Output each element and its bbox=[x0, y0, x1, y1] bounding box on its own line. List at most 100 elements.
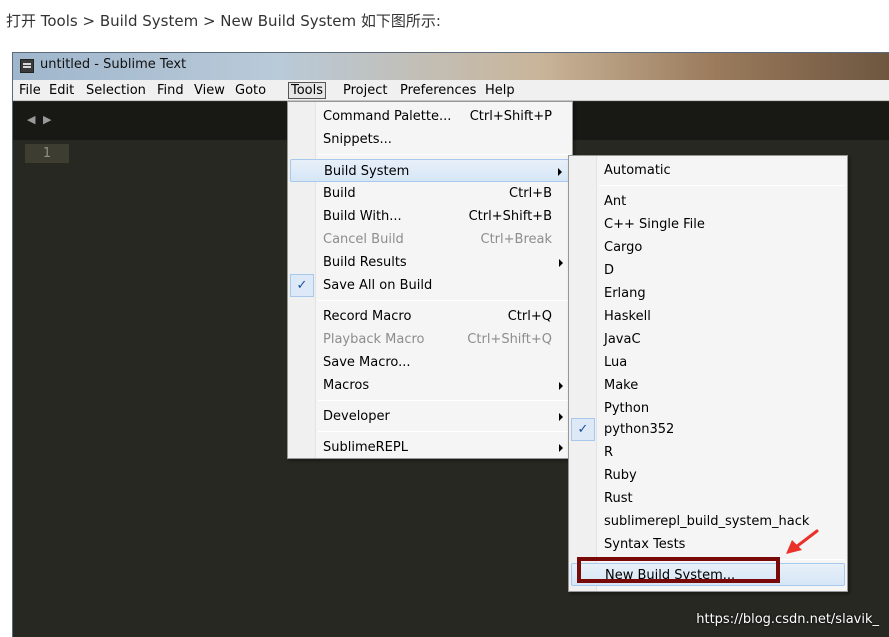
menu-preferences[interactable]: Preferences bbox=[398, 82, 478, 99]
menu-item-shortcut: Ctrl+B bbox=[509, 186, 552, 201]
line-number: 1 bbox=[25, 144, 69, 163]
menu-item-macros[interactable]: Macros bbox=[290, 374, 570, 397]
menu-help[interactable]: Help bbox=[483, 82, 517, 99]
menu-item-label: Snippets... bbox=[323, 132, 392, 147]
build-system-d[interactable]: D bbox=[571, 259, 845, 282]
menu-item-build[interactable]: Build Ctrl+B bbox=[290, 182, 570, 205]
checkmark-icon: ✓ bbox=[290, 274, 314, 297]
menu-item-shortcut: Ctrl+Shift+Q bbox=[467, 332, 552, 347]
window-title: untitled - Sublime Text bbox=[40, 57, 187, 72]
menu-selection[interactable]: Selection bbox=[84, 82, 148, 99]
menu-find[interactable]: Find bbox=[155, 82, 186, 99]
build-system-haskell[interactable]: Haskell bbox=[571, 305, 845, 328]
menu-item-label: C++ Single File bbox=[604, 217, 705, 232]
menu-file[interactable]: File bbox=[17, 82, 43, 99]
menu-goto[interactable]: Goto bbox=[233, 82, 268, 99]
menu-project[interactable]: Project bbox=[341, 82, 389, 99]
instruction-caption: 打开 Tools > Build System > New Build Syst… bbox=[6, 12, 441, 30]
menu-item-label: Build Results bbox=[323, 255, 407, 270]
menu-item-label: Save Macro... bbox=[323, 355, 411, 370]
menu-item-label: Build With... bbox=[323, 209, 402, 224]
tab-scroll-arrows-icon[interactable]: ◀ ▶ bbox=[27, 113, 53, 126]
submenu-arrow-icon bbox=[559, 259, 563, 267]
menu-item-save-macro[interactable]: Save Macro... bbox=[290, 351, 570, 374]
menu-edit[interactable]: Edit bbox=[47, 82, 76, 99]
menu-item-label: Lua bbox=[604, 355, 628, 370]
menu-item-cancel-build: Cancel Build Ctrl+Break bbox=[290, 228, 570, 251]
menu-item-record-macro[interactable]: Record Macro Ctrl+Q bbox=[290, 305, 570, 328]
build-system-cargo[interactable]: Cargo bbox=[571, 236, 845, 259]
menu-item-playback-macro: Playback Macro Ctrl+Shift+Q bbox=[290, 328, 570, 351]
build-system-ruby[interactable]: Ruby bbox=[571, 464, 845, 487]
menu-item-shortcut: Ctrl+Q bbox=[507, 309, 552, 324]
menu-separator bbox=[599, 185, 845, 186]
build-system-r[interactable]: R bbox=[571, 441, 845, 464]
annotation-arrow-icon bbox=[786, 529, 819, 554]
menu-separator bbox=[318, 400, 570, 401]
menu-item-label: Build bbox=[323, 186, 356, 201]
menu-item-label: Developer bbox=[323, 409, 390, 424]
menu-item-build-system[interactable]: Build System bbox=[290, 159, 570, 182]
menu-item-label: Macros bbox=[323, 378, 370, 393]
menu-item-label: Ant bbox=[604, 194, 627, 209]
checkmark-icon: ✓ bbox=[571, 418, 595, 441]
menu-item-build-results[interactable]: Build Results bbox=[290, 251, 570, 274]
menu-item-label: python352 bbox=[604, 422, 675, 437]
menu-bar: File Edit Selection Find View Goto Tools… bbox=[13, 80, 889, 101]
menu-item-save-all-on-build[interactable]: ✓ Save All on Build bbox=[290, 274, 570, 297]
menu-item-developer[interactable]: Developer bbox=[290, 405, 570, 428]
title-bar[interactable]: untitled - Sublime Text bbox=[13, 53, 889, 80]
menu-item-label: Syntax Tests bbox=[604, 537, 686, 552]
build-system-lua[interactable]: Lua bbox=[571, 351, 845, 374]
sublime-app-icon bbox=[20, 59, 34, 73]
menu-item-label: sublimerepl_build_system_hack bbox=[604, 514, 810, 529]
menu-item-label: Ruby bbox=[604, 468, 637, 483]
menu-item-label: Python bbox=[604, 401, 650, 416]
menu-item-label: JavaC bbox=[604, 332, 641, 347]
menu-item-build-with[interactable]: Build With... Ctrl+Shift+B bbox=[290, 205, 570, 228]
menu-item-label: Record Macro bbox=[323, 309, 412, 324]
menu-item-label: Command Palette... bbox=[323, 109, 452, 124]
menu-separator bbox=[318, 431, 570, 432]
menu-item-label: Automatic bbox=[604, 163, 671, 178]
build-system-make[interactable]: Make bbox=[571, 374, 845, 397]
submenu-arrow-icon bbox=[559, 413, 563, 421]
submenu-arrow-icon bbox=[558, 168, 562, 176]
screenshot-root: 打开 Tools > Build System > New Build Syst… bbox=[0, 0, 889, 637]
build-system-automatic[interactable]: Automatic bbox=[571, 159, 845, 182]
menu-item-shortcut: Ctrl+Shift+P bbox=[469, 109, 552, 124]
menu-item-label: Cancel Build bbox=[323, 232, 404, 247]
menu-item-command-palette[interactable]: Command Palette... Ctrl+Shift+P bbox=[290, 105, 570, 128]
menu-item-label: Build System bbox=[324, 164, 410, 179]
menu-item-label: SublimeREPL bbox=[323, 440, 408, 455]
menu-item-label: Make bbox=[604, 378, 639, 393]
menu-item-label: R bbox=[604, 445, 614, 460]
annotation-highlight-box bbox=[577, 557, 780, 583]
menu-item-label: Haskell bbox=[604, 309, 651, 324]
tools-menu: Command Palette... Ctrl+Shift+P Snippets… bbox=[287, 101, 573, 459]
build-system-python352[interactable]: ✓ python352 bbox=[571, 418, 845, 441]
menu-item-snippets[interactable]: Snippets... bbox=[290, 128, 570, 151]
menu-item-label: D bbox=[604, 263, 615, 278]
build-system-ant[interactable]: Ant bbox=[571, 190, 845, 213]
build-system-rust[interactable]: Rust bbox=[571, 487, 845, 510]
menu-item-shortcut: Ctrl+Break bbox=[480, 232, 553, 247]
menu-view[interactable]: View bbox=[192, 82, 227, 99]
menu-item-shortcut: Ctrl+Shift+B bbox=[468, 209, 552, 224]
menu-item-label: Playback Macro bbox=[323, 332, 425, 347]
submenu-arrow-icon bbox=[559, 444, 563, 452]
watermark: https://blog.csdn.net/slavik_ bbox=[696, 612, 879, 627]
menu-separator bbox=[318, 154, 570, 155]
build-system-cpp-single-file[interactable]: C++ Single File bbox=[571, 213, 845, 236]
menu-item-label: Rust bbox=[604, 491, 633, 506]
menu-tools[interactable]: Tools bbox=[288, 82, 327, 99]
menu-item-sublimerepl[interactable]: SublimeREPL bbox=[290, 436, 570, 459]
build-system-javac[interactable]: JavaC bbox=[571, 328, 845, 351]
submenu-arrow-icon bbox=[559, 382, 563, 390]
menu-item-label: Cargo bbox=[604, 240, 643, 255]
menu-item-label: Save All on Build bbox=[323, 278, 433, 293]
build-system-submenu: Automatic Ant C++ Single File Cargo D Er… bbox=[568, 155, 848, 592]
build-system-erlang[interactable]: Erlang bbox=[571, 282, 845, 305]
menu-item-label: Erlang bbox=[604, 286, 646, 301]
build-system-python[interactable]: Python bbox=[571, 397, 845, 420]
